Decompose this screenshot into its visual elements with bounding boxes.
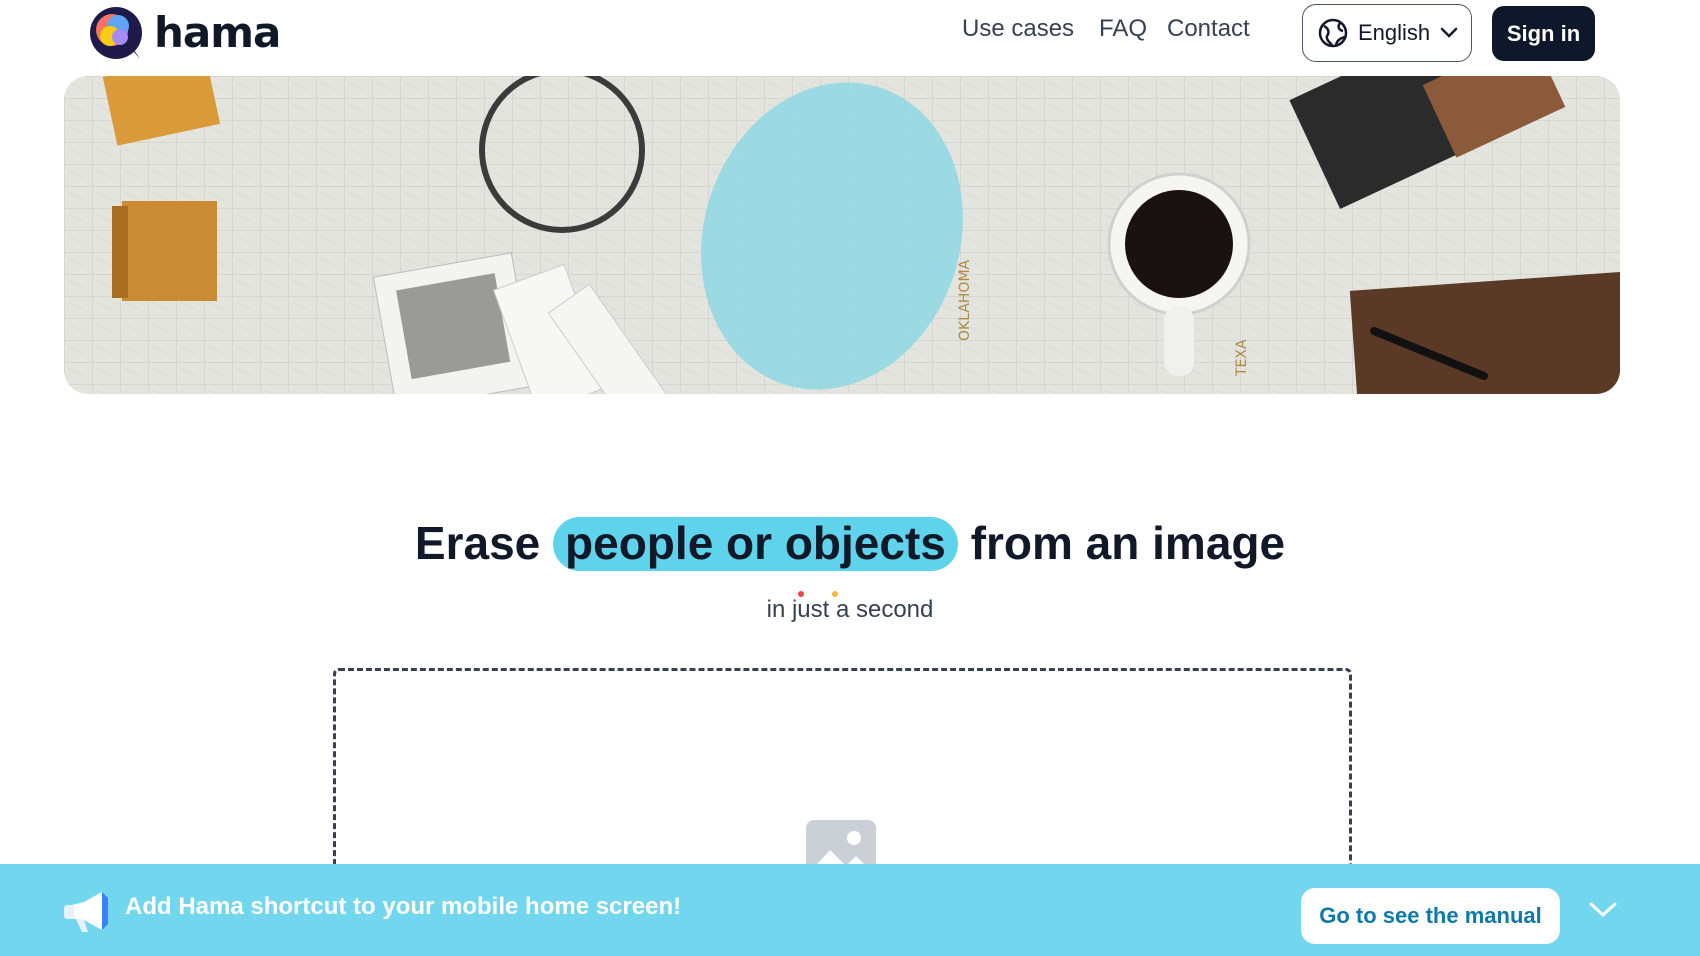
- language-selector[interactable]: English: [1302, 4, 1472, 62]
- chevron-down-icon: [1440, 27, 1458, 38]
- nav-use-cases[interactable]: Use cases: [962, 15, 1074, 43]
- see-manual-button[interactable]: Go to see the manual: [1301, 888, 1560, 944]
- top-navigation: hama Use cases FAQ Contact English Sign …: [0, 0, 1700, 72]
- svg-text:TEXA: TEXA: [1234, 339, 1250, 377]
- title-highlight: people or objects: [553, 517, 958, 571]
- brand-name: hama: [154, 8, 281, 57]
- page-subtitle: in just a second: [766, 596, 934, 623]
- promo-message: Add Hama shortcut to your mobile home sc…: [125, 893, 682, 920]
- brand-logo[interactable]: hama: [88, 5, 281, 61]
- hama-logo-icon: [90, 7, 142, 59]
- sign-in-button[interactable]: Sign in: [1492, 6, 1595, 61]
- map-desk-illustration: OKLAHOMA TEXA: [64, 76, 1620, 394]
- title-prefix: Erase: [414, 517, 541, 569]
- title-suffix: from an image: [970, 517, 1286, 569]
- chevron-down-icon[interactable]: [1588, 900, 1618, 920]
- globe-icon: [1318, 18, 1348, 48]
- page-title: Erase people or objects from an image: [0, 510, 1700, 576]
- nav-faq[interactable]: FAQ: [1099, 15, 1147, 43]
- svg-text:OKLAHOMA: OKLAHOMA: [957, 259, 973, 341]
- nav-contact[interactable]: Contact: [1167, 15, 1250, 43]
- megaphone-icon: [64, 892, 108, 932]
- language-label: English: [1358, 20, 1431, 45]
- hero-banner-image: OKLAHOMA TEXA: [64, 76, 1620, 394]
- add-to-home-banner: Add Hama shortcut to your mobile home sc…: [0, 864, 1700, 956]
